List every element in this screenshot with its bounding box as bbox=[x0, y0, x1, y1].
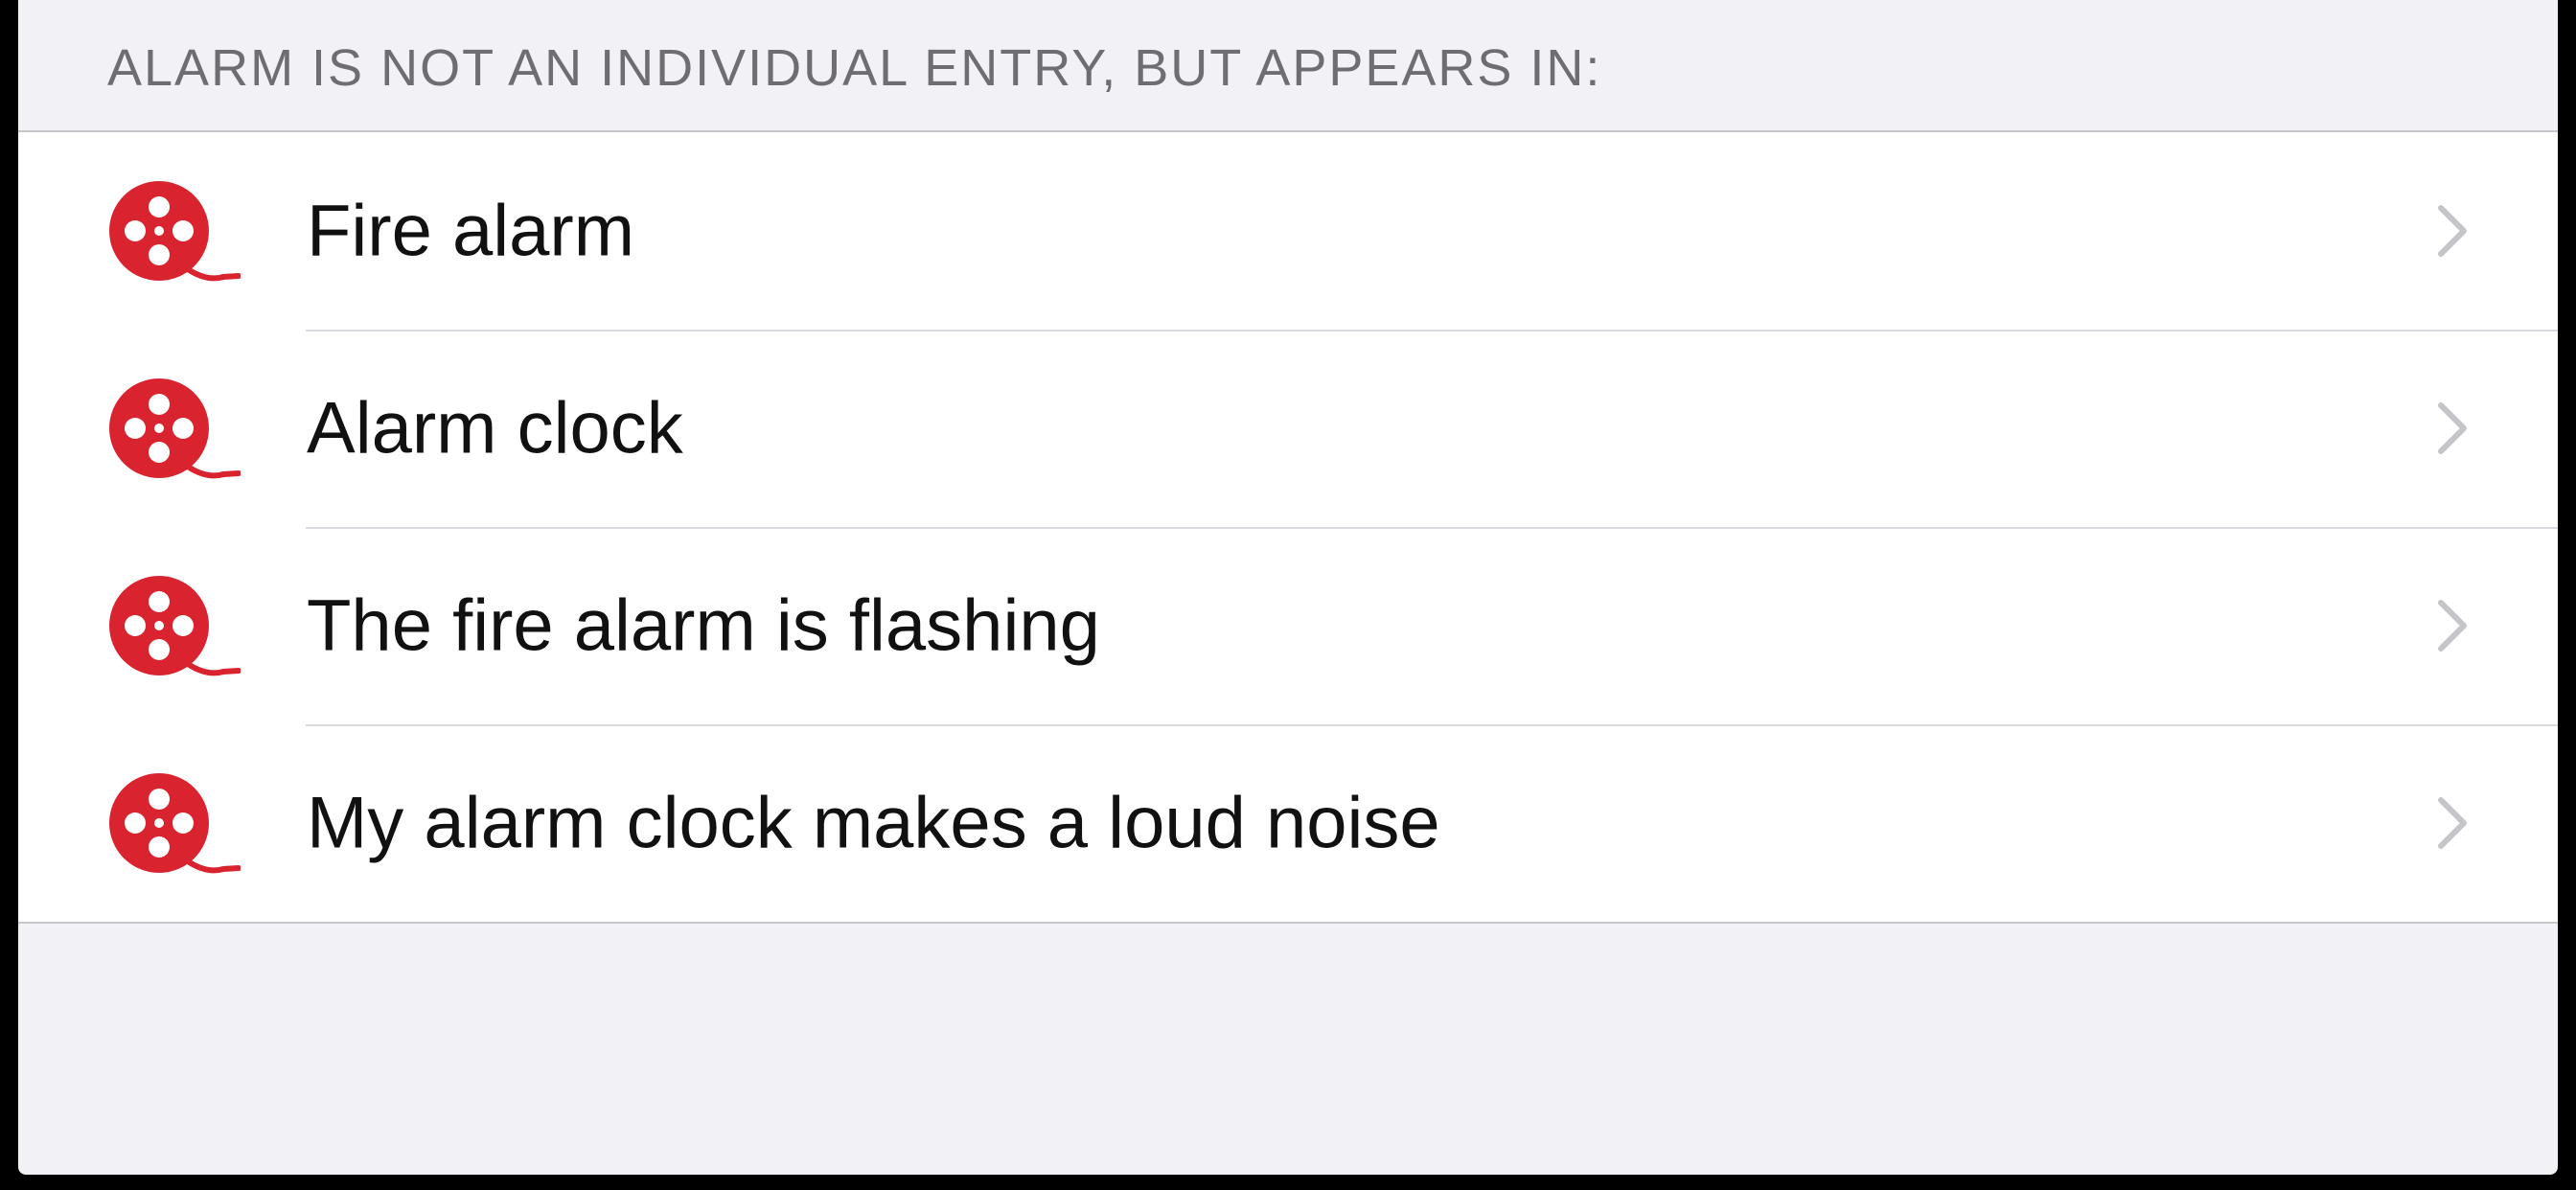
list-item[interactable]: Alarm clock bbox=[18, 330, 2558, 527]
screen: ALARM IS NOT AN INDIVIDUAL ENTRY, BUT AP… bbox=[18, 0, 2558, 1175]
list-item[interactable]: My alarm clock makes a loud noise bbox=[18, 724, 2558, 922]
list-item-label: Fire alarm bbox=[307, 190, 635, 272]
section-header-text: ALARM IS NOT AN INDIVIDUAL ENTRY, BUT AP… bbox=[107, 39, 1602, 97]
related-entries-list: Fire alarm Alarm clock The fire alarm is… bbox=[18, 132, 2558, 924]
list-item[interactable]: The fire alarm is flashing bbox=[18, 527, 2558, 724]
list-item-label: Alarm clock bbox=[307, 387, 683, 469]
film-reel-icon bbox=[106, 376, 241, 481]
chevron-right-icon bbox=[2433, 202, 2472, 260]
film-reel-icon bbox=[106, 770, 241, 876]
film-reel-icon bbox=[106, 573, 241, 678]
list-item-label: My alarm clock makes a loud noise bbox=[307, 782, 1440, 864]
chevron-right-icon bbox=[2433, 400, 2472, 457]
section-header: ALARM IS NOT AN INDIVIDUAL ENTRY, BUT AP… bbox=[18, 0, 2558, 132]
film-reel-icon bbox=[106, 178, 241, 284]
chevron-right-icon bbox=[2433, 597, 2472, 654]
list-item-label: The fire alarm is flashing bbox=[307, 584, 1100, 667]
chevron-right-icon bbox=[2433, 794, 2472, 852]
list-item[interactable]: Fire alarm bbox=[18, 132, 2558, 330]
